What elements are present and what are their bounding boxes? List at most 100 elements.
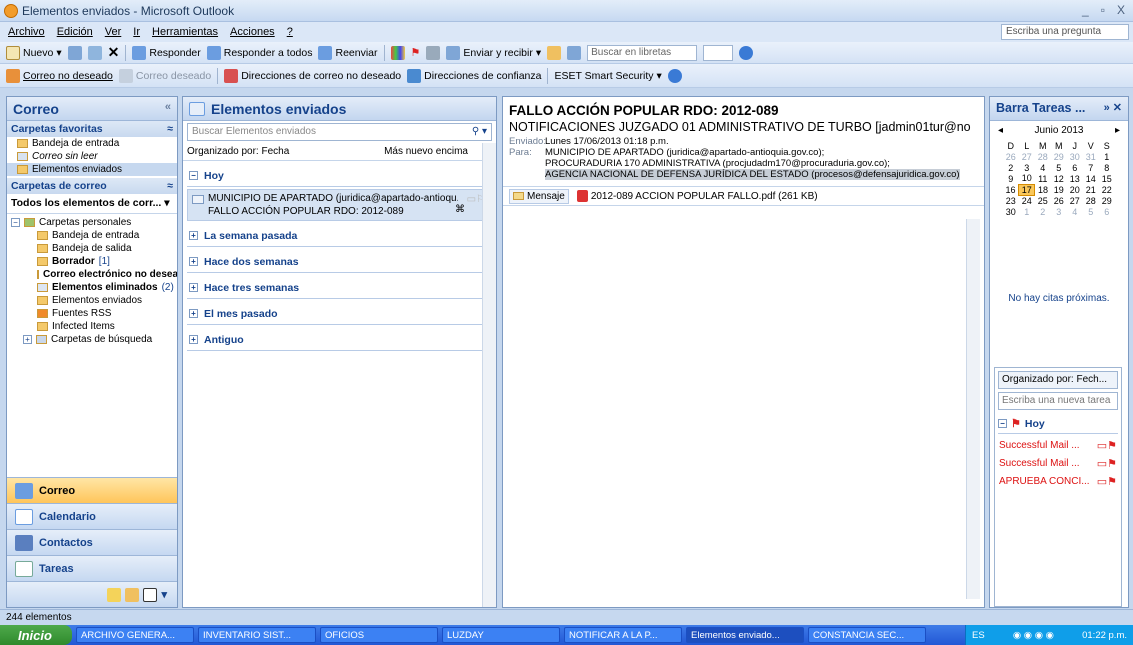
taskbar-item[interactable]: OFICIOS bbox=[320, 627, 438, 643]
notes-icon[interactable] bbox=[107, 587, 122, 602]
favorites-header[interactable]: Carpetas favoritas ≈ bbox=[7, 121, 177, 137]
day[interactable]: 26 bbox=[1051, 195, 1067, 206]
block-sender-button[interactable]: Direcciones de correo no deseado bbox=[224, 68, 401, 83]
next-month-icon[interactable]: ▸ bbox=[1115, 125, 1120, 136]
trusted-sender-button[interactable]: Direcciones de confianza bbox=[407, 68, 541, 83]
taskbar-item[interactable]: INVENTARIO SIST... bbox=[198, 627, 316, 643]
eset-button[interactable]: ESET Smart Security ▾ bbox=[554, 70, 661, 82]
day[interactable]: 9 bbox=[1003, 173, 1019, 184]
calendar-button[interactable]: Calendario bbox=[7, 503, 177, 529]
group-today[interactable]: − Hoy bbox=[187, 165, 492, 187]
delete-icon[interactable]: ✕ bbox=[108, 44, 120, 61]
folder-inbox[interactable]: Bandeja de entrada bbox=[7, 229, 177, 242]
day[interactable]: 22 bbox=[1099, 184, 1115, 195]
flag-icon[interactable]: ▭⚑ bbox=[1097, 475, 1117, 488]
day[interactable]: 29 bbox=[1051, 151, 1067, 162]
junk-button[interactable]: Correo no deseado bbox=[6, 68, 113, 83]
task-group-today[interactable]: − ⚑ Hoy bbox=[998, 414, 1118, 434]
menu-herramientas[interactable]: Herramientas bbox=[152, 26, 218, 38]
group-last-month[interactable]: + El mes pasado bbox=[187, 303, 492, 325]
close-icon[interactable]: X bbox=[1117, 3, 1125, 17]
day[interactable]: 13 bbox=[1067, 173, 1083, 184]
sort-order-label[interactable]: Más nuevo encima bbox=[384, 146, 468, 157]
shortcuts-icon[interactable] bbox=[143, 587, 158, 602]
categorize-icon[interactable] bbox=[390, 45, 405, 60]
day[interactable]: 30 bbox=[1067, 151, 1083, 162]
message-item[interactable]: MUNICIPIO DE APARTADO (juridica@apartado… bbox=[187, 189, 492, 221]
task-item[interactable]: Successful Mail ... ▭⚑ bbox=[995, 454, 1121, 472]
day[interactable]: 25 bbox=[1035, 195, 1051, 206]
address-book-icon[interactable] bbox=[567, 45, 582, 60]
flag-icon[interactable]: ⚑ bbox=[411, 46, 421, 59]
reading-scrollbar[interactable] bbox=[966, 219, 980, 599]
list-scrollbar[interactable] bbox=[482, 143, 496, 607]
close-icon[interactable]: » ✕ bbox=[1104, 101, 1122, 116]
mail-folders-header[interactable]: Carpetas de correo ≈ bbox=[7, 178, 177, 194]
collapse-icon[interactable]: − bbox=[189, 171, 198, 180]
folder-outbox[interactable]: Bandeja de salida bbox=[7, 242, 177, 255]
day[interactable]: 18 bbox=[1035, 184, 1051, 195]
day[interactable]: 28 bbox=[1035, 151, 1051, 162]
taskbar-item[interactable]: ARCHIVO GENERA... bbox=[76, 627, 194, 643]
configure-buttons-icon[interactable]: ▾ bbox=[161, 588, 167, 601]
day[interactable]: 29 bbox=[1099, 195, 1115, 206]
sort-bar[interactable]: Organizado por: Fecha Más nuevo encima bbox=[183, 143, 496, 161]
group-older[interactable]: + Antiguo bbox=[187, 329, 492, 351]
day[interactable]: 11 bbox=[1035, 173, 1051, 184]
day[interactable]: 23 bbox=[1003, 195, 1019, 206]
expand-icon[interactable]: + bbox=[23, 335, 32, 344]
collapse-icon[interactable]: « bbox=[165, 101, 171, 116]
folder-junk[interactable]: Correo electrónico no desea bbox=[7, 268, 177, 281]
day[interactable]: 14 bbox=[1083, 173, 1099, 184]
day[interactable]: 28 bbox=[1083, 195, 1099, 206]
reply-button[interactable]: Responder bbox=[132, 45, 201, 60]
expand-icon[interactable]: + bbox=[189, 231, 198, 240]
folder-infected[interactable]: Infected Items bbox=[7, 320, 177, 333]
folder-rss[interactable]: Fuentes RSS bbox=[7, 307, 177, 320]
menu-edicion[interactable]: Edición bbox=[57, 26, 93, 38]
taskbar-item[interactable]: NOTIFICAR A LA P... bbox=[564, 627, 682, 643]
menu-acciones[interactable]: Acciones bbox=[230, 26, 275, 38]
list-search-input[interactable]: Buscar Elementos enviados ⚲ ▾ bbox=[187, 123, 492, 141]
tray-icons[interactable]: ◉ ◉ ◉ ◉ bbox=[1013, 630, 1054, 641]
day[interactable]: 5 bbox=[1051, 162, 1067, 173]
address-book-dropdown[interactable] bbox=[703, 44, 734, 61]
ask-question-input[interactable]: Escriba una pregunta bbox=[1001, 24, 1129, 40]
day[interactable]: 21 bbox=[1083, 184, 1099, 195]
new-task-input[interactable]: Escriba una nueva tarea bbox=[998, 392, 1118, 410]
collapse-icon[interactable]: − bbox=[998, 419, 1007, 428]
day[interactable]: 3 bbox=[1019, 162, 1035, 173]
menu-ver[interactable]: Ver bbox=[105, 26, 122, 38]
reply-all-button[interactable]: Responder a todos bbox=[206, 45, 312, 60]
day[interactable]: 6 bbox=[1099, 206, 1115, 217]
expand-icon[interactable]: + bbox=[189, 283, 198, 292]
send-receive-button[interactable]: Enviar y recibir ▾ bbox=[446, 45, 541, 60]
move-icon[interactable] bbox=[87, 45, 102, 60]
day-today[interactable]: 17 bbox=[1018, 183, 1036, 196]
task-sort-button[interactable]: Organizado por: Fech... bbox=[998, 371, 1118, 389]
day[interactable]: 19 bbox=[1051, 184, 1067, 195]
message-tab[interactable]: Mensaje bbox=[509, 188, 569, 204]
day[interactable]: 4 bbox=[1067, 206, 1083, 217]
day[interactable]: 16 bbox=[1003, 184, 1019, 195]
day[interactable]: 4 bbox=[1035, 162, 1051, 173]
help-icon[interactable] bbox=[739, 45, 754, 60]
recipient[interactable]: PROCURADURIA 170 ADMINISTRATIVA (procjud… bbox=[545, 158, 890, 169]
rules-icon[interactable] bbox=[426, 45, 441, 60]
menu-archivo[interactable]: Archivo bbox=[8, 26, 45, 38]
day[interactable]: 1 bbox=[1099, 151, 1115, 162]
flag-icon[interactable]: ▭⚑ bbox=[1097, 439, 1117, 452]
forward-button[interactable]: Reenviar bbox=[318, 45, 378, 60]
day[interactable]: 7 bbox=[1083, 162, 1099, 173]
folder-drafts[interactable]: Borrador [1] bbox=[7, 255, 177, 268]
collapse-chevron-icon[interactable]: ≈ bbox=[167, 180, 173, 192]
day[interactable]: 3 bbox=[1051, 206, 1067, 217]
folder-icon[interactable] bbox=[547, 45, 562, 60]
recipient[interactable]: AGENCIA NACIONAL DE DEFENSA JURÍDICA DEL… bbox=[545, 169, 960, 180]
folder-deleted[interactable]: Elementos eliminados (2) bbox=[7, 281, 177, 294]
collapse-chevron-icon[interactable]: ≈ bbox=[167, 123, 173, 135]
task-item[interactable]: Successful Mail ... ▭⚑ bbox=[995, 436, 1121, 454]
group-last-week[interactable]: + La semana pasada bbox=[187, 225, 492, 247]
fav-inbox[interactable]: Bandeja de entrada bbox=[7, 137, 177, 150]
flag-icon[interactable]: ▭⚑ bbox=[1097, 457, 1117, 470]
